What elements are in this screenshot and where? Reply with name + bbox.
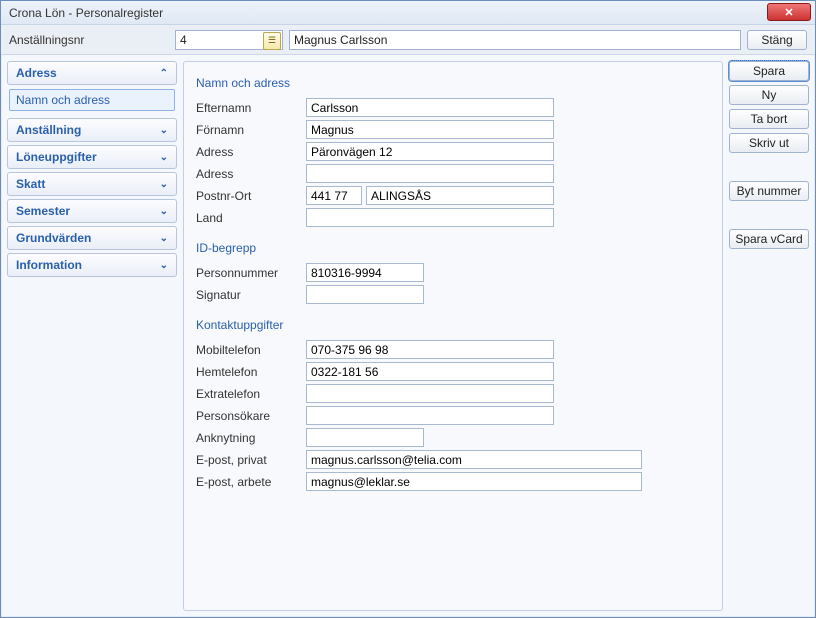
titlebar: Crona Lön - Personalregister ✕: [1, 1, 815, 25]
sidebar-label-skatt: Skatt: [16, 177, 45, 191]
chevron-down-icon: ⌄: [160, 260, 168, 271]
sidebar-label-semester: Semester: [16, 204, 70, 218]
print-button[interactable]: Skriv ut: [729, 133, 809, 153]
sidebar-label-grundvarden: Grundvärden: [16, 231, 91, 245]
close-button[interactable]: Stäng: [747, 30, 807, 50]
sidebar-label-loneuppgifter: Löneuppgifter: [16, 150, 97, 164]
lookup-icon[interactable]: ☰: [263, 32, 281, 50]
signatur-label: Signatur: [196, 288, 306, 302]
section-title-id: ID-begrepp: [196, 241, 710, 255]
topbar: Anställningsnr 4 ☰ Magnus Carlsson Stäng: [1, 25, 815, 55]
extratel-label: Extratelefon: [196, 387, 306, 401]
postnrort-label: Postnr-Ort: [196, 189, 306, 203]
employee-name-field[interactable]: Magnus Carlsson: [289, 30, 741, 50]
action-column: Spara Ny Ta bort Skriv ut Byt nummer Spa…: [729, 61, 809, 611]
employee-number-field[interactable]: 4 ☰: [175, 30, 283, 50]
epost-priv-input[interactable]: [306, 450, 642, 469]
sidebar-subitem-namn-och-adress[interactable]: Namn och adress: [9, 89, 175, 111]
efternamn-label: Efternamn: [196, 101, 306, 115]
close-icon: ✕: [784, 6, 793, 19]
sidebar-item-grundvarden[interactable]: Grundvärden ⌄: [7, 226, 177, 250]
land-label: Land: [196, 211, 306, 225]
ankn-input[interactable]: [306, 428, 424, 447]
app-window: Crona Lön - Personalregister ✕ Anställni…: [0, 0, 816, 618]
sokare-input[interactable]: [306, 406, 554, 425]
adress2-input[interactable]: [306, 164, 554, 183]
sidebar-item-information[interactable]: Information ⌄: [7, 253, 177, 277]
chevron-up-icon: ⌃: [160, 68, 168, 79]
chevron-down-icon: ⌄: [160, 233, 168, 244]
land-input[interactable]: [306, 208, 554, 227]
employee-number-value: 4: [180, 33, 187, 47]
employee-number-label: Anställningsnr: [9, 33, 169, 47]
sidebar-label-information: Information: [16, 258, 82, 272]
adress2-label: Adress: [196, 167, 306, 181]
window-title: Crona Lön - Personalregister: [9, 6, 163, 20]
sidebar-item-semester[interactable]: Semester ⌄: [7, 199, 177, 223]
main-area: Adress ⌃ Namn och adress Anställning ⌄ L…: [1, 55, 815, 617]
save-vcard-button[interactable]: Spara vCard: [729, 229, 809, 249]
chevron-down-icon: ⌄: [160, 179, 168, 190]
postnr-input[interactable]: [306, 186, 362, 205]
hemtel-input[interactable]: [306, 362, 554, 381]
sokare-label: Personsökare: [196, 409, 306, 423]
adress-input[interactable]: [306, 142, 554, 161]
save-button[interactable]: Spara: [729, 61, 809, 81]
content-panel: Namn och adress Efternamn Förnamn Adress…: [183, 61, 723, 611]
personnummer-input[interactable]: [306, 263, 424, 282]
chevron-down-icon: ⌄: [160, 152, 168, 163]
mobil-input[interactable]: [306, 340, 554, 359]
chevron-down-icon: ⌄: [160, 125, 168, 136]
hemtel-label: Hemtelefon: [196, 365, 306, 379]
epost-priv-label: E-post, privat: [196, 453, 306, 467]
epost-arb-input[interactable]: [306, 472, 642, 491]
efternamn-input[interactable]: [306, 98, 554, 117]
chevron-down-icon: ⌄: [160, 206, 168, 217]
sidebar-item-adress[interactable]: Adress ⌃: [7, 61, 177, 85]
epost-arb-label: E-post, arbete: [196, 475, 306, 489]
sidebar-label-anstallning: Anställning: [16, 123, 81, 137]
sidebar-item-skatt[interactable]: Skatt ⌄: [7, 172, 177, 196]
extratel-input[interactable]: [306, 384, 554, 403]
adress-label: Adress: [196, 145, 306, 159]
section-title-kontakt: Kontaktuppgifter: [196, 318, 710, 332]
employee-name-value: Magnus Carlsson: [294, 33, 387, 47]
sidebar-item-loneuppgifter[interactable]: Löneuppgifter ⌄: [7, 145, 177, 169]
new-button[interactable]: Ny: [729, 85, 809, 105]
ankn-label: Anknytning: [196, 431, 306, 445]
sidebar-label-adress: Adress: [16, 66, 57, 80]
fornamn-label: Förnamn: [196, 123, 306, 137]
change-number-button[interactable]: Byt nummer: [729, 181, 809, 201]
delete-button[interactable]: Ta bort: [729, 109, 809, 129]
window-close-button[interactable]: ✕: [767, 3, 811, 21]
section-title-namn: Namn och adress: [196, 76, 710, 90]
signatur-input[interactable]: [306, 285, 424, 304]
ort-input[interactable]: [366, 186, 554, 205]
sidebar-item-anstallning[interactable]: Anställning ⌄: [7, 118, 177, 142]
fornamn-input[interactable]: [306, 120, 554, 139]
personnummer-label: Personnummer: [196, 266, 306, 280]
sidebar: Adress ⌃ Namn och adress Anställning ⌄ L…: [7, 61, 177, 611]
mobil-label: Mobiltelefon: [196, 343, 306, 357]
